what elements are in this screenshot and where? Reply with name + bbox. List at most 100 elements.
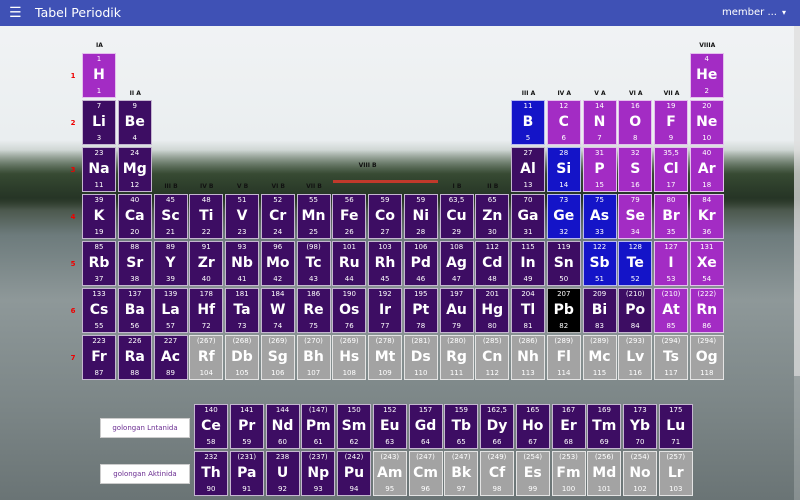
element-cell-ge[interactable]: 73 Ge 32: [546, 194, 581, 239]
element-cell-ta[interactable]: 181 Ta 73: [225, 288, 259, 333]
element-cell-in[interactable]: 115 In 49: [511, 241, 545, 286]
element-cell-pm[interactable]: (147) Pm 61: [301, 404, 336, 449]
element-cell-ag[interactable]: 108 Ag 47: [439, 241, 474, 286]
element-cell-y[interactable]: 89 Y 39: [153, 241, 188, 286]
element-cell-v[interactable]: 51 V 23: [225, 194, 259, 239]
element-cell-f[interactable]: 19 F 9: [654, 100, 688, 145]
element-cell-li[interactable]: 7 Li 3: [82, 100, 116, 145]
element-cell-sr[interactable]: 88 Sr 38: [117, 241, 152, 286]
element-cell-br[interactable]: 80 Br 35: [654, 194, 688, 239]
element-cell-lr[interactable]: (257) Lr 103: [658, 451, 693, 496]
element-cell-mn[interactable]: 55 Mn 25: [296, 194, 331, 239]
element-cell-og[interactable]: (294) Og 118: [689, 335, 724, 380]
element-cell-w[interactable]: 184 W 74: [260, 288, 295, 333]
element-cell-ga[interactable]: 70 Ga 31: [511, 194, 545, 239]
element-cell-pa[interactable]: (231) Pa 91: [229, 451, 264, 496]
element-cell-zn[interactable]: 65 Zn 30: [475, 194, 510, 239]
lanthanide-group-button[interactable]: golongan Lntanida: [100, 418, 190, 438]
element-cell-cm[interactable]: (247) Cm 96: [408, 451, 443, 496]
element-cell-tl[interactable]: 204 Tl 81: [511, 288, 545, 333]
element-cell-db[interactable]: (268) Db 105: [225, 335, 259, 380]
element-cell-ca[interactable]: 40 Ca 20: [117, 194, 152, 239]
element-cell-bh[interactable]: (270) Bh 107: [296, 335, 331, 380]
element-cell-nd[interactable]: 144 Nd 60: [265, 404, 300, 449]
element-cell-fe[interactable]: 56 Fe 26: [332, 194, 367, 239]
element-cell-hs[interactable]: (269) Hs 108: [332, 335, 367, 380]
element-cell-bk[interactable]: (247) Bk 97: [444, 451, 479, 496]
element-cell-si[interactable]: 28 Si 14: [546, 147, 581, 192]
element-cell-co[interactable]: 59 Co 27: [368, 194, 402, 239]
element-cell-sm[interactable]: 150 Sm 62: [337, 404, 371, 449]
element-cell-rb[interactable]: 85 Rb 37: [82, 241, 116, 286]
element-cell-gd[interactable]: 157 Gd 64: [408, 404, 443, 449]
element-cell-ru[interactable]: 101 Ru 44: [332, 241, 367, 286]
element-cell-cu[interactable]: 63,5 Cu 29: [439, 194, 474, 239]
element-cell-bi[interactable]: 209 Bi 83: [582, 288, 617, 333]
element-cell-cl[interactable]: 35,5 Cl 17: [654, 147, 688, 192]
element-cell-xe[interactable]: 131 Xe 54: [689, 241, 724, 286]
element-cell-as[interactable]: 75 As 33: [582, 194, 617, 239]
element-cell-kr[interactable]: 84 Kr 36: [689, 194, 724, 239]
element-cell-am[interactable]: (243) Am 95: [372, 451, 407, 496]
element-cell-hf[interactable]: 178 Hf 72: [189, 288, 224, 333]
element-cell-ne[interactable]: 20 Ne 10: [689, 100, 724, 145]
element-cell-tb[interactable]: 159 Tb 65: [444, 404, 479, 449]
element-cell-rn[interactable]: (222) Rn 86: [689, 288, 724, 333]
element-cell-tm[interactable]: 169 Tm 69: [587, 404, 622, 449]
element-cell-cd[interactable]: 112 Cd 48: [475, 241, 510, 286]
element-cell-se[interactable]: 79 Se 34: [618, 194, 653, 239]
user-name[interactable]: member ...: [722, 7, 777, 18]
element-cell-ho[interactable]: 165 Ho 67: [515, 404, 550, 449]
element-cell-np[interactable]: (237) Np 93: [301, 451, 336, 496]
element-cell-zr[interactable]: 91 Zr 40: [189, 241, 224, 286]
element-cell-mg[interactable]: 24 Mg 12: [117, 147, 152, 192]
element-cell-mc[interactable]: (289) Mc 115: [582, 335, 617, 380]
element-cell-i[interactable]: 127 I 53: [654, 241, 688, 286]
scrollbar-thumb[interactable]: [794, 26, 800, 376]
element-cell-cn[interactable]: (285) Cn 112: [475, 335, 510, 380]
element-cell-yb[interactable]: 173 Yb 70: [623, 404, 657, 449]
element-cell-es[interactable]: (254) Es 99: [515, 451, 550, 496]
element-cell-at[interactable]: (210) At 85: [654, 288, 688, 333]
element-cell-re[interactable]: 186 Re 75: [296, 288, 331, 333]
element-cell-u[interactable]: 238 U 92: [265, 451, 300, 496]
hamburger-menu-icon[interactable]: ☰: [9, 4, 22, 22]
element-cell-ir[interactable]: 192 Ir 77: [368, 288, 402, 333]
element-cell-la[interactable]: 139 La 57: [153, 288, 188, 333]
element-cell-hg[interactable]: 201 Hg 80: [475, 288, 510, 333]
element-cell-rh[interactable]: 103 Rh 45: [368, 241, 402, 286]
element-cell-c[interactable]: 12 C 6: [546, 100, 581, 145]
element-cell-er[interactable]: 167 Er 68: [551, 404, 586, 449]
element-cell-pb[interactable]: 207 Pb 82: [546, 288, 581, 333]
element-cell-he[interactable]: 4 He 2: [689, 53, 724, 98]
element-cell-na[interactable]: 23 Na 11: [82, 147, 116, 192]
element-cell-fm[interactable]: (253) Fm 100: [551, 451, 586, 496]
caret-down-icon[interactable]: ▾: [782, 8, 786, 17]
element-cell-nh[interactable]: (286) Nh 113: [511, 335, 545, 380]
element-cell-mt[interactable]: (278) Mt 109: [368, 335, 402, 380]
user-menu[interactable]: member ... ▾: [722, 7, 786, 18]
element-cell-ts[interactable]: (294) Ts 117: [654, 335, 688, 380]
element-cell-sb[interactable]: 122 Sb 51: [582, 241, 617, 286]
element-cell-s[interactable]: 32 S 16: [618, 147, 653, 192]
element-cell-ba[interactable]: 137 Ba 56: [117, 288, 152, 333]
actinide-group-button[interactable]: golongan Aktinida: [100, 464, 190, 484]
element-cell-nb[interactable]: 93 Nb 41: [225, 241, 259, 286]
element-cell-sc[interactable]: 45 Sc 21: [153, 194, 188, 239]
element-cell-sn[interactable]: 119 Sn 50: [546, 241, 581, 286]
element-cell-os[interactable]: 190 Os 76: [332, 288, 367, 333]
element-cell-be[interactable]: 9 Be 4: [117, 100, 152, 145]
element-cell-pr[interactable]: 141 Pr 59: [229, 404, 264, 449]
element-cell-fl[interactable]: (289) Fl 114: [546, 335, 581, 380]
element-cell-ds[interactable]: (281) Ds 110: [403, 335, 438, 380]
element-cell-pu[interactable]: (242) Pu 94: [337, 451, 371, 496]
element-cell-mo[interactable]: 96 Mo 42: [260, 241, 295, 286]
element-cell-ra[interactable]: 226 Ra 88: [117, 335, 152, 380]
element-cell-rg[interactable]: (280) Rg 111: [439, 335, 474, 380]
element-cell-ni[interactable]: 59 Ni 28: [403, 194, 438, 239]
element-cell-dy[interactable]: 162,5 Dy 66: [480, 404, 514, 449]
element-cell-cs[interactable]: 133 Cs 55: [82, 288, 116, 333]
element-cell-rf[interactable]: (267) Rf 104: [189, 335, 224, 380]
element-cell-fr[interactable]: 223 Fr 87: [82, 335, 116, 380]
element-cell-md[interactable]: (256) Md 101: [587, 451, 622, 496]
